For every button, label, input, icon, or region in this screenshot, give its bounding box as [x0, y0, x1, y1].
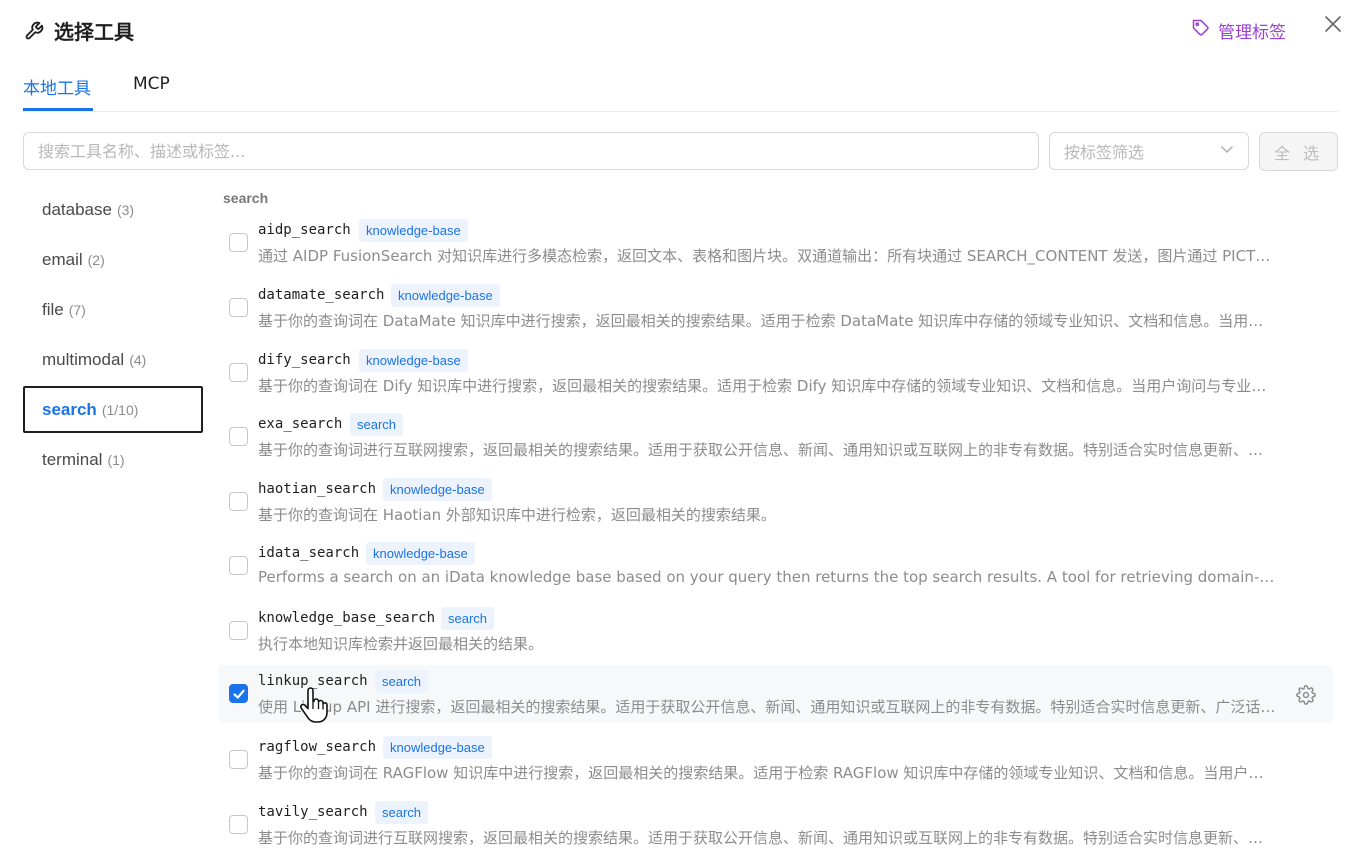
tool-name: ragflow_search [258, 739, 377, 755]
tool-checkbox[interactable] [229, 427, 248, 446]
tool-description: 基于你的查询词进行互联网搜索，返回最相关的搜索结果。适用于获取公开信息、新闻、通… [258, 829, 1278, 847]
category-count: (4) [129, 351, 147, 368]
tool-tag: knowledge-base [359, 349, 468, 372]
tool-description: 基于你的查询词在 Haotian 外部知识库中进行检索，返回最相关的搜索结果。 [258, 506, 776, 524]
search-input[interactable] [23, 132, 1039, 170]
tool-description: 基于你的查询词进行互联网搜索，返回最相关的搜索结果。适用于获取公开信息、新闻、通… [258, 441, 1278, 459]
tool-name: knowledge_base_search [258, 610, 436, 626]
tool-group-label: search [223, 190, 269, 206]
tool-row-haotian-search[interactable]: haotian_search knowledge-base 基于你的查询词在 H… [218, 473, 1333, 531]
gear-icon[interactable] [1296, 685, 1316, 705]
tool-checkbox[interactable] [229, 233, 248, 252]
tool-name: dify_search [258, 352, 351, 368]
dialog-title-group: 选择工具 [24, 16, 134, 45]
category-label: file [42, 299, 64, 319]
tool-description: 基于你的查询词在 Dify 知识库中进行搜索，返回最相关的搜索结果。适用于检索 … [258, 377, 1278, 395]
category-count: (1/10) [101, 401, 139, 418]
select-all-button[interactable]: 全 选 [1259, 132, 1338, 171]
tool-row-ragflow-search[interactable]: ragflow_search knowledge-base 基于你的查询词在 R… [218, 731, 1333, 789]
tag-filter-placeholder: 按标签筛选 [1064, 143, 1145, 162]
category-label: multimodal [42, 349, 125, 369]
tab-bar: 本地工具 MCP [23, 62, 1338, 112]
tool-tag: knowledge-base [383, 736, 492, 759]
tool-row-idata-search[interactable]: idata_search knowledge-base Performs a s… [218, 537, 1333, 595]
tool-tag: knowledge-base [366, 542, 475, 565]
category-count: (3) [116, 201, 135, 218]
manage-tags-button[interactable]: 管理标签 [1192, 18, 1286, 43]
category-label: search [42, 399, 97, 419]
wrench-icon [24, 21, 44, 41]
dialog-header: 选择工具 管理标签 [0, 0, 1357, 60]
tool-description: 执行本地知识库检索并返回最相关的结果。 [258, 635, 544, 653]
tool-tag: search [350, 413, 404, 436]
tool-tag: search [441, 607, 495, 630]
tool-checkbox[interactable] [229, 298, 248, 317]
tool-checkbox[interactable] [229, 556, 248, 575]
tool-name: haotian_search [258, 481, 377, 497]
category-label: terminal [42, 449, 103, 469]
tool-description: 基于你的查询词在 RAGFlow 知识库中进行搜索，返回最相关的搜索结果。适用于… [258, 764, 1278, 782]
tool-description: 使用 Linkup API 进行搜索，返回最相关的搜索结果。适用于获取公开信息、… [258, 698, 1278, 716]
dialog-title: 选择工具 [54, 20, 134, 44]
tag-icon [1192, 19, 1210, 42]
sidebar-item-database[interactable]: database (3) [23, 186, 203, 233]
tool-checkbox[interactable] [229, 363, 248, 382]
tool-row-datamate-search[interactable]: datamate_search knowledge-base 基于你的查询词在 … [218, 279, 1333, 337]
tool-checkbox[interactable] [229, 815, 248, 834]
category-count: (1) [107, 451, 125, 468]
tool-row-dify-search[interactable]: dify_search knowledge-base 基于你的查询词在 Dify… [218, 344, 1333, 402]
tab-mcp[interactable]: MCP [133, 74, 170, 94]
tool-tag: search [375, 670, 429, 693]
tool-name: exa_search [258, 416, 343, 432]
tool-row-exa-search[interactable]: exa_search search 基于你的查询词进行互联网搜索，返回最相关的搜… [218, 408, 1333, 466]
tool-row-knowledge-base-search[interactable]: knowledge_base_search search 执行本地知识库检索并返… [218, 602, 1333, 660]
category-count: (7) [68, 301, 86, 318]
sidebar-item-email[interactable]: email (2) [23, 236, 203, 283]
tool-row-aidp-search[interactable]: aidp_search knowledge-base 通过 AIDP Fusio… [218, 214, 1333, 272]
tool-name: aidp_search [258, 222, 351, 238]
tool-name: linkup_search [258, 673, 368, 689]
active-tab-indicator [23, 108, 93, 111]
tool-checkbox[interactable] [229, 621, 248, 640]
tool-description: 基于你的查询词在 DataMate 知识库中进行搜索，返回最相关的搜索结果。适用… [258, 312, 1278, 330]
sidebar-item-terminal[interactable]: terminal (1) [23, 436, 203, 483]
tool-tag: knowledge-base [383, 478, 492, 501]
tool-tag: knowledge-base [391, 284, 500, 307]
sidebar-item-search[interactable]: search (1/10) [23, 386, 203, 433]
tool-checkbox-checked[interactable] [229, 684, 248, 703]
tool-name: datamate_search [258, 287, 385, 303]
chevron-down-icon [1220, 142, 1234, 161]
category-count: (2) [87, 251, 105, 268]
tab-local-tools[interactable]: 本地工具 [23, 74, 91, 99]
sidebar-item-file[interactable]: file (7) [23, 286, 203, 333]
tool-row-linkup-search[interactable]: linkup_search search 使用 Linkup API 进行搜索，… [218, 665, 1333, 723]
category-label: email [42, 249, 83, 269]
sidebar-item-multimodal[interactable]: multimodal (4) [23, 336, 203, 383]
tool-description: 通过 AIDP FusionSearch 对知识库进行多模态检索，返回文本、表格… [258, 247, 1278, 265]
tool-row-tavily-search[interactable]: tavily_search search 基于你的查询词进行互联网搜索，返回最相… [218, 796, 1333, 854]
tool-tag: knowledge-base [359, 219, 468, 242]
close-icon[interactable] [1322, 13, 1344, 35]
tool-description: Performs a search on an iData knowledge … [258, 568, 1278, 586]
tool-name: tavily_search [258, 804, 368, 820]
tool-checkbox[interactable] [229, 492, 248, 511]
tool-name: idata_search [258, 545, 360, 561]
tag-filter-select[interactable]: 按标签筛选 [1049, 132, 1249, 170]
manage-tags-label: 管理标签 [1218, 23, 1286, 43]
tool-tag: search [375, 801, 429, 824]
category-label: database [42, 199, 112, 219]
tool-checkbox[interactable] [229, 750, 248, 769]
